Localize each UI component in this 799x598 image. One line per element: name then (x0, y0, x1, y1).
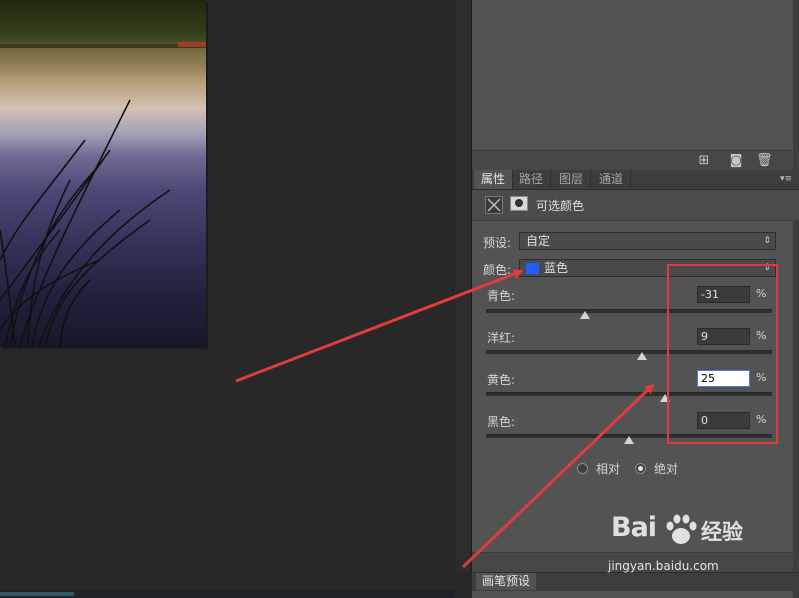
preset-dropdown[interactable]: 自定 ⇕ (519, 232, 776, 250)
absolute-label: 绝对 (654, 462, 679, 476)
dropdown-arrows-icon: ⇕ (763, 236, 771, 246)
cyan-label: 青色: (487, 289, 516, 303)
tab-properties[interactable]: 属性 (474, 170, 514, 189)
color-swatch (526, 263, 539, 274)
colors-label: 颜色: (483, 263, 512, 277)
dock-scrollbar[interactable] (793, 0, 799, 598)
paw-icon (666, 514, 697, 544)
adjustment-layer-icon[interactable] (485, 196, 503, 214)
relative-radio[interactable] (577, 463, 588, 474)
cyan-slider-thumb[interactable] (579, 311, 590, 319)
colors-value: 蓝色 (544, 261, 569, 275)
tab-layers[interactable]: 图层 (552, 170, 592, 189)
relative-label: 相对 (596, 462, 621, 476)
baidu-jingyan-watermark: Bai 经验 jingyan.baidu.com (585, 512, 795, 582)
yellow-label: 黄色: (487, 373, 516, 387)
reeds-illustration (0, 99, 171, 347)
canvas-vertical-scrollbar[interactable] (455, 0, 472, 572)
preset-label: 预设: (483, 236, 512, 250)
tab-channels[interactable]: 通道 (592, 170, 632, 189)
watermark-url: jingyan.baidu.com (608, 559, 719, 573)
black-slider-thumb[interactable] (624, 436, 634, 444)
tab-brush-presets[interactable]: 画笔预设 (476, 573, 537, 590)
watermark-suffix: 经验 (701, 520, 743, 544)
new-layer-comp-icon[interactable]: ⊞ (696, 153, 712, 169)
scrollbar-thumb[interactable] (0, 592, 74, 596)
adjustment-title: 可选颜色 (536, 199, 585, 213)
annotation-highlight-box (667, 264, 778, 444)
trash-icon[interactable]: 🗑 (756, 153, 773, 169)
lake-photo-image (0, 0, 206, 347)
panel-menu-icon[interactable]: ▾≡ (780, 173, 796, 185)
watermark-logo: Bai (611, 512, 657, 543)
absolute-radio[interactable] (635, 463, 646, 474)
magenta-slider-thumb[interactable] (636, 352, 647, 360)
properties-tab-bar: 属性 路径 图层 通道 (472, 170, 799, 190)
canvas-horizontal-scrollbar[interactable] (0, 590, 455, 598)
layer-mask-icon[interactable] (510, 196, 528, 211)
layer-comps-footer: ⊞ ◙ 🗑 (472, 150, 793, 171)
magenta-label: 洋红: (487, 331, 516, 345)
black-label: 黑色: (487, 415, 516, 429)
tab-paths[interactable]: 路径 (512, 170, 552, 189)
camera-icon[interactable]: ◙ (728, 153, 744, 169)
preset-value: 自定 (526, 234, 551, 248)
layer-comps-panel (472, 0, 793, 150)
